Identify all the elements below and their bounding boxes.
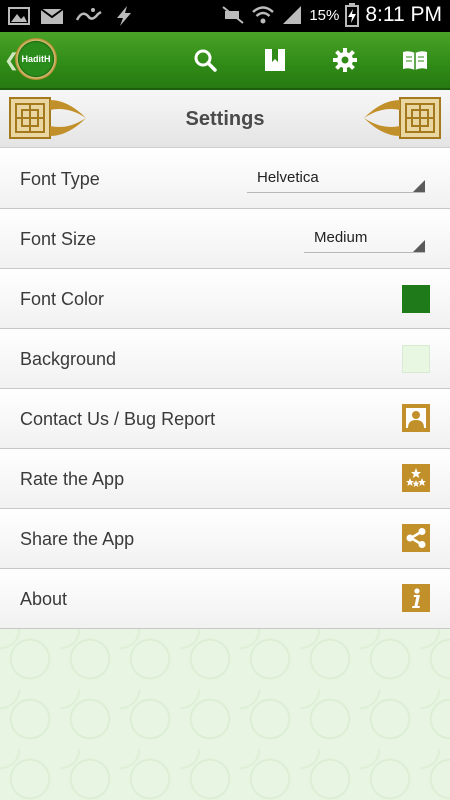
flash-icon bbox=[117, 6, 131, 26]
share-icon bbox=[406, 528, 426, 548]
font-color-row[interactable]: Font Color bbox=[0, 269, 450, 329]
app-bar: ❮ HaditH bbox=[0, 32, 450, 90]
book-icon bbox=[403, 51, 427, 70]
font-color-label: Font Color bbox=[20, 289, 105, 309]
person-icon bbox=[406, 408, 426, 428]
about-row[interactable]: About bbox=[0, 569, 450, 629]
font-type-label: Font Type bbox=[20, 169, 100, 189]
bookmark-icon bbox=[265, 49, 285, 71]
font-type-value: Helvetica bbox=[257, 169, 319, 186]
search-icon bbox=[194, 49, 217, 72]
settings-icon bbox=[333, 48, 357, 72]
font-size-row[interactable]: Font Size Medium bbox=[0, 209, 450, 269]
info-icon bbox=[412, 588, 420, 608]
contact-label: Contact Us / Bug Report bbox=[20, 409, 216, 429]
share-label: Share the App bbox=[20, 529, 135, 549]
battery-percent: 15% bbox=[309, 6, 340, 24]
contact-row[interactable]: Contact Us / Bug Report bbox=[0, 389, 450, 449]
font-size-value: Medium bbox=[314, 229, 368, 246]
signal-icon bbox=[283, 6, 302, 24]
image-icon bbox=[8, 7, 30, 25]
background-pattern bbox=[0, 629, 450, 800]
share-row[interactable]: Share the App bbox=[0, 509, 450, 569]
app-logo[interactable]: HaditH bbox=[15, 38, 57, 80]
about-label: About bbox=[20, 589, 68, 609]
share-button[interactable] bbox=[402, 524, 430, 552]
font-color-swatch[interactable] bbox=[402, 285, 430, 313]
book-button[interactable] bbox=[401, 46, 429, 74]
logo-text: HaditH bbox=[21, 54, 51, 64]
bookmark-button[interactable] bbox=[261, 46, 289, 74]
font-type-row[interactable]: Font Type Helvetica bbox=[0, 149, 450, 209]
font-size-select[interactable]: Medium bbox=[304, 227, 425, 253]
rate-button[interactable] bbox=[402, 464, 430, 492]
font-size-label: Font Size bbox=[20, 229, 97, 249]
status-right: 15% 8:11 PM bbox=[221, 3, 442, 27]
mail-icon bbox=[40, 8, 64, 24]
dropdown-arrow-icon bbox=[413, 240, 425, 252]
background-color-swatch[interactable] bbox=[402, 345, 430, 373]
mute-icon bbox=[222, 6, 244, 24]
battery-charging-icon bbox=[345, 3, 360, 27]
background-label: Background bbox=[20, 349, 117, 369]
settings-list: Font Type Helvetica Font Size Medium Fon… bbox=[0, 149, 450, 629]
ornament-right bbox=[364, 97, 441, 139]
settings-header: Settings bbox=[0, 90, 450, 148]
about-button[interactable] bbox=[402, 584, 430, 612]
contact-button[interactable] bbox=[402, 404, 430, 432]
status-bar: 15% 8:11 PM bbox=[0, 0, 450, 32]
settings-button[interactable] bbox=[331, 46, 359, 74]
clock: 8:11 PM bbox=[365, 3, 442, 26]
font-type-select[interactable]: Helvetica bbox=[247, 167, 425, 193]
background-row[interactable]: Background bbox=[0, 329, 450, 389]
rate-row[interactable]: Rate the App bbox=[0, 449, 450, 509]
wifi-icon bbox=[252, 6, 275, 24]
rate-label: Rate the App bbox=[20, 469, 125, 489]
dropdown-arrow-icon bbox=[413, 180, 425, 192]
search-button[interactable] bbox=[191, 46, 219, 74]
notification-icon bbox=[75, 8, 102, 21]
stars-icon bbox=[406, 468, 426, 487]
status-left bbox=[8, 5, 134, 27]
